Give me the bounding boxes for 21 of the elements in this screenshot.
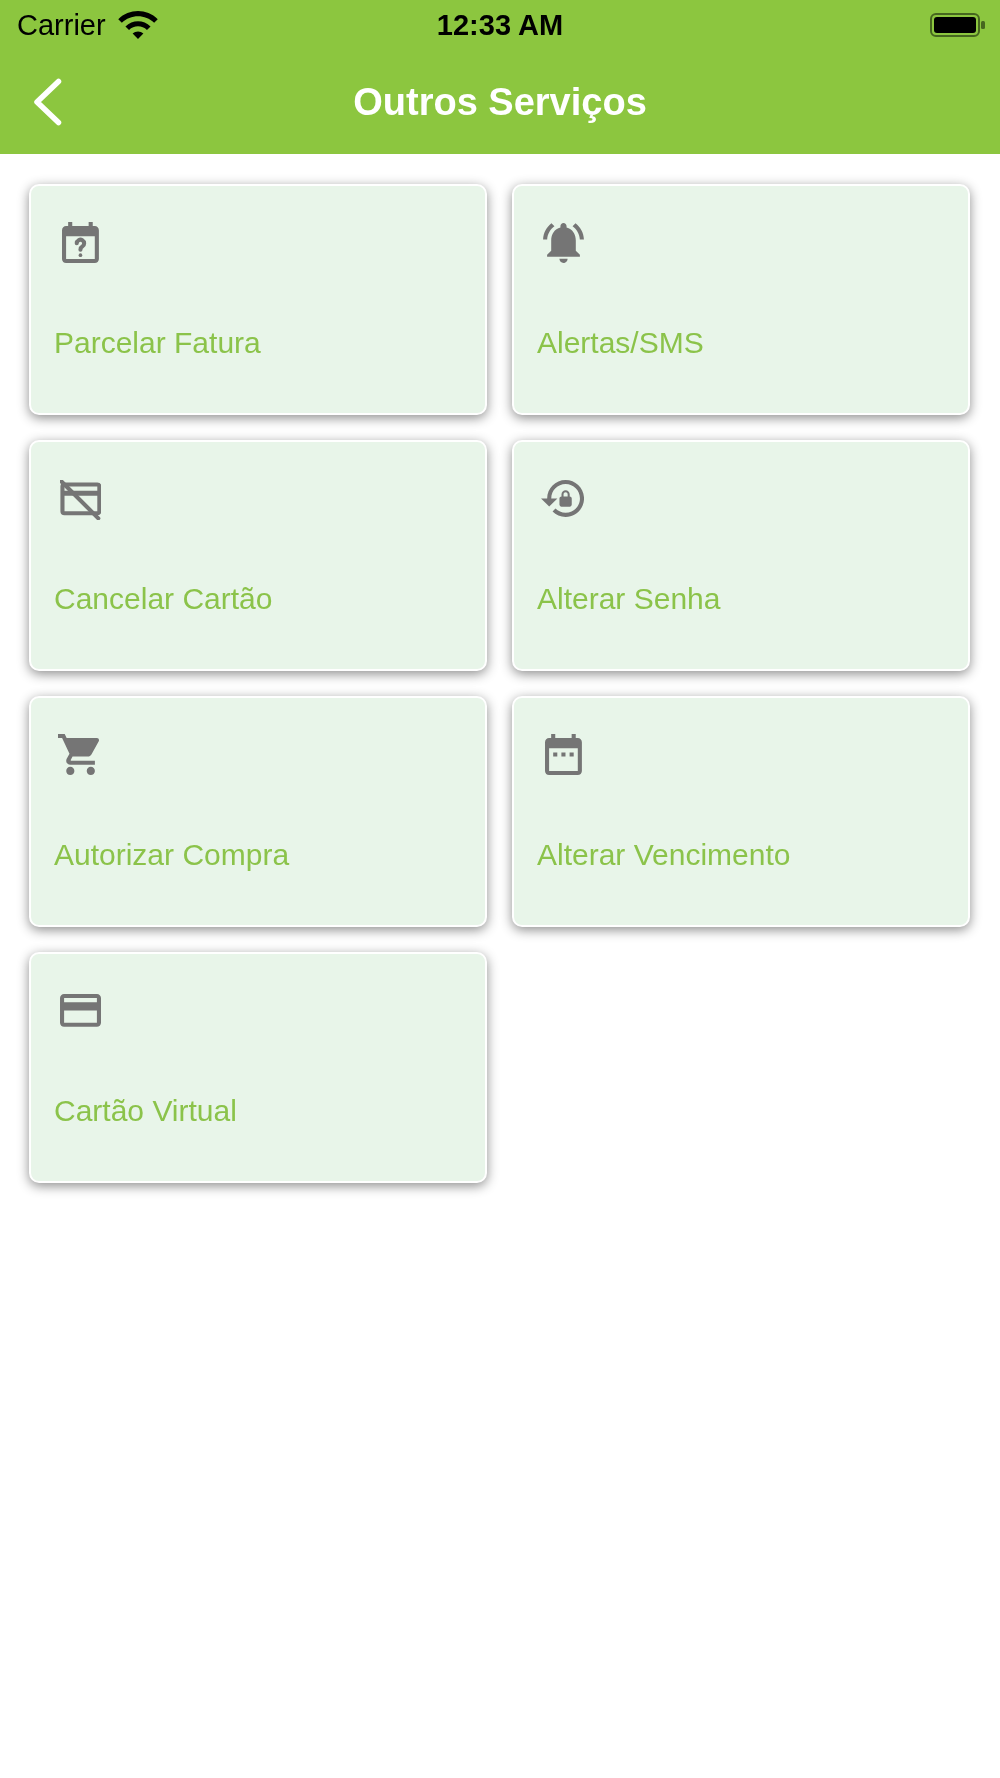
- service-card[interactable]: Cartão Virtual: [29, 952, 487, 1183]
- service-card[interactable]: Cancelar Cartão: [29, 440, 487, 671]
- cart-icon: [58, 734, 100, 776]
- nav-title: Outros Serviços: [353, 80, 647, 125]
- battery-icon: [930, 13, 986, 37]
- service-card[interactable]: Alertas/SMS: [512, 184, 970, 415]
- status-time: 12:33 AM: [436, 8, 564, 42]
- service-card[interactable]: Alterar Vencimento: [512, 696, 970, 927]
- back-button[interactable]: [32, 78, 62, 126]
- chevron-left-icon: [32, 78, 62, 126]
- service-card[interactable]: Alterar Senha: [512, 440, 970, 671]
- bell-icon: [543, 223, 585, 264]
- service-card[interactable]: Parcelar Fatura: [29, 184, 487, 415]
- lock-reset-icon: [541, 480, 585, 518]
- carrier-name: Carrier: [17, 8, 106, 42]
- calendar-question-icon: [62, 222, 100, 264]
- crossed-card-icon: [59, 479, 102, 520]
- service-card[interactable]: Autorizar Compra: [29, 696, 487, 927]
- wifi-icon: [117, 11, 158, 39]
- credit-card-icon: [60, 994, 102, 1027]
- calendar-icon: [545, 734, 583, 776]
